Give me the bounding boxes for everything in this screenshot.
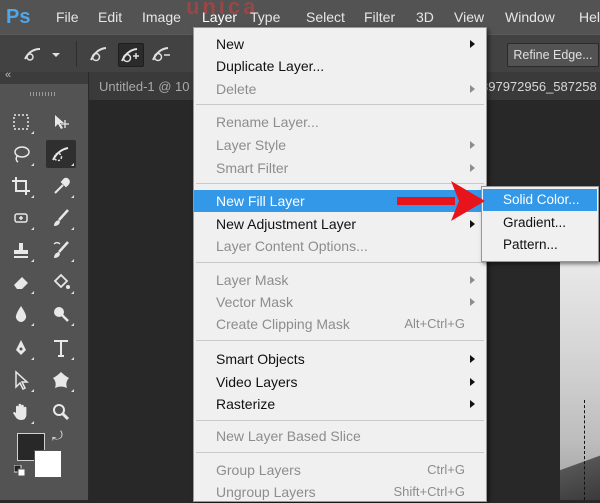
menu-filter[interactable]: Filter: [364, 9, 395, 25]
submenu-arrow-icon: [470, 164, 475, 172]
rect-marquee-icon[interactable]: [6, 108, 36, 136]
menu-separator: [196, 340, 484, 341]
submenu-item-pattern[interactable]: Pattern...: [483, 234, 597, 256]
submenu-arrow-icon: [470, 85, 475, 93]
new-selection-mode-icon[interactable]: [88, 43, 112, 65]
default-colors-icon[interactable]: [13, 464, 26, 477]
menu-item-vector-mask: Vector Mask: [194, 291, 486, 313]
background-color-swatch[interactable]: [34, 450, 62, 478]
shortcut-label: Alt+Ctrl+G: [404, 316, 465, 331]
panel-grip[interactable]: [30, 92, 56, 96]
paint-bucket-icon[interactable]: [46, 268, 76, 296]
photoshop-logo: Ps: [6, 6, 31, 28]
submenu-arrow-icon: [470, 355, 475, 363]
menu-3d[interactable]: 3D: [416, 9, 434, 25]
swap-colors-icon[interactable]: ⤾: [52, 428, 63, 444]
menu-item-layer-content-options: Layer Content Options...: [216, 238, 368, 254]
pen-icon[interactable]: [6, 334, 36, 362]
submenu-arrow-icon: [470, 298, 475, 306]
submenu-arrow-icon: [470, 40, 475, 48]
quick-selection-icon[interactable]: [46, 140, 76, 168]
options-divider: [76, 41, 77, 67]
submenu-item-gradient[interactable]: Gradient...: [483, 212, 597, 234]
menu-edit[interactable]: Edit: [98, 9, 122, 25]
type-icon[interactable]: [46, 334, 76, 362]
red-arrow-annotation-icon: [397, 181, 485, 221]
menu-separator: [196, 104, 484, 105]
menu-item-delete: Delete: [194, 78, 486, 100]
submenu-arrow-icon: [470, 378, 475, 386]
menu-file[interactable]: File: [56, 9, 79, 25]
refine-edge-button[interactable]: Refine Edge...: [507, 43, 599, 67]
menu-item-smart-filter: Smart Filter: [194, 157, 486, 179]
eyedropper-icon[interactable]: [46, 172, 76, 200]
document-tab-photo[interactable]: 397972956_587258: [481, 79, 597, 94]
collapse-panel-icon[interactable]: «: [5, 69, 11, 81]
history-brush-icon[interactable]: [46, 236, 76, 264]
menu-item-layer-mask: Layer Mask: [194, 269, 486, 291]
submenu-arrow-icon: [470, 276, 475, 284]
menu-item-video-layers[interactable]: Video Layers: [194, 371, 486, 393]
menu-item-new[interactable]: New: [194, 33, 486, 55]
layer-menu-dropdown: New Duplicate Layer... Delete Rename Lay…: [193, 27, 487, 502]
clone-stamp-icon[interactable]: [6, 236, 36, 264]
brush-icon[interactable]: [46, 204, 76, 232]
move-icon[interactable]: [46, 108, 76, 136]
add-selection-mode-icon[interactable]: [118, 43, 144, 67]
subtract-selection-mode-icon[interactable]: [150, 43, 174, 65]
menu-image[interactable]: Image: [142, 9, 181, 25]
path-selection-icon[interactable]: [6, 366, 36, 394]
menu-item-create-clipping-mask: Create Clipping Mask Alt+Ctrl+G: [194, 313, 486, 335]
menu-item-new-layer-based-slice: New Layer Based Slice: [216, 428, 361, 444]
tools-panel-header: «: [0, 69, 88, 84]
menu-item-smart-objects[interactable]: Smart Objects: [194, 348, 486, 370]
menu-separator: [196, 420, 484, 421]
menu-item-group-layers: Group Layers Ctrl+G: [194, 459, 486, 481]
menu-item-duplicate-layer[interactable]: Duplicate Layer...: [194, 55, 486, 77]
shape-icon[interactable]: [46, 366, 76, 394]
hand-icon[interactable]: [6, 398, 36, 426]
menu-type[interactable]: Type: [250, 9, 280, 25]
zoom-icon[interactable]: [46, 398, 76, 426]
fill-layer-submenu: Solid Color... Gradient... Pattern...: [481, 186, 599, 262]
menu-item-layer-style: Layer Style: [194, 134, 486, 156]
menu-layer[interactable]: Layer: [202, 9, 237, 25]
menu-item-rename-layer: Rename Layer...: [216, 114, 319, 130]
submenu-item-solid-color[interactable]: Solid Color...: [483, 189, 597, 211]
menu-select[interactable]: Select: [306, 9, 345, 25]
crop-icon[interactable]: [6, 172, 36, 200]
menu-view[interactable]: View: [454, 9, 484, 25]
shortcut-label: Ctrl+G: [427, 462, 465, 477]
submenu-arrow-icon: [470, 400, 475, 408]
lasso-icon[interactable]: [6, 140, 36, 168]
menu-help[interactable]: Hel: [579, 9, 600, 25]
submenu-arrow-icon: [470, 141, 475, 149]
menu-window[interactable]: Window: [505, 9, 555, 25]
menu-item-rasterize[interactable]: Rasterize: [194, 393, 486, 415]
healing-brush-icon[interactable]: [6, 204, 36, 232]
menu-separator: [196, 452, 484, 453]
selection-outline: [584, 400, 599, 500]
eraser-icon[interactable]: [6, 268, 36, 296]
document-tab-untitled[interactable]: Untitled-1 @ 10: [99, 79, 190, 94]
dodge-icon[interactable]: [46, 300, 76, 328]
menu-separator: [196, 262, 484, 263]
blur-icon[interactable]: [6, 300, 36, 328]
tool-preset-picker[interactable]: [22, 43, 60, 65]
